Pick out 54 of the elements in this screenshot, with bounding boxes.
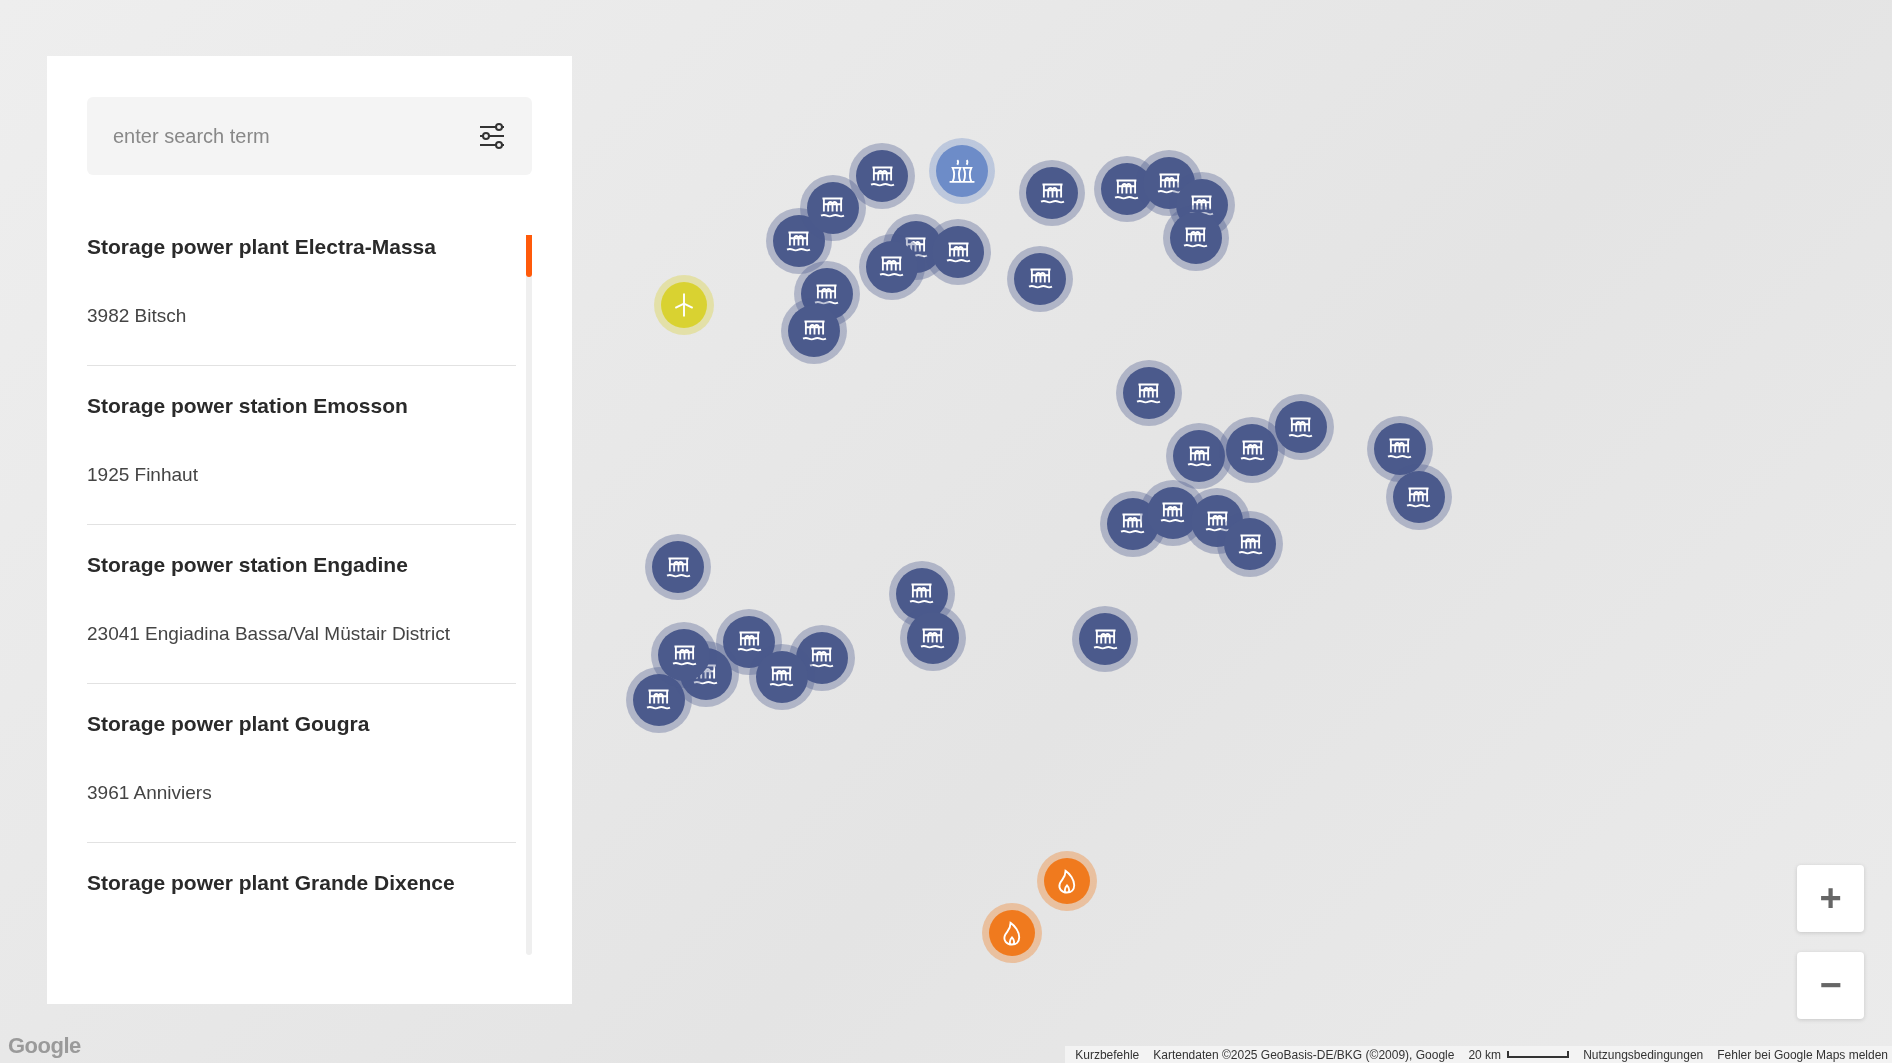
- dam-icon: [1204, 510, 1230, 532]
- result-title[interactable]: Storage power station Emosson: [87, 394, 516, 418]
- search-field[interactable]: enter search term: [87, 97, 532, 175]
- dam-icon: [820, 197, 846, 219]
- dam-icon: [1114, 178, 1140, 200]
- dam-icon: [945, 241, 971, 263]
- dam-icon: [801, 320, 827, 342]
- dam-icon: [1387, 438, 1413, 460]
- dam-icon: [1239, 439, 1265, 461]
- dam-icon: [1156, 172, 1182, 194]
- dam-icon: [646, 689, 672, 711]
- result-address: 23041 Engiadina Bassa/Val Müstair District: [87, 623, 451, 645]
- dam-icon: [736, 631, 762, 653]
- result-title[interactable]: Storage power plant Gougra: [87, 712, 516, 736]
- dam-icon: [769, 666, 795, 688]
- dam-icon: [1183, 227, 1209, 249]
- result-title[interactable]: Storage power plant Grande Dixence: [87, 871, 516, 895]
- dam-icon: [1136, 382, 1162, 404]
- result-address: 1925 Finhaut: [87, 464, 199, 486]
- scrollbar-thumb[interactable]: [526, 235, 532, 277]
- filter-sliders-icon[interactable]: [478, 122, 506, 150]
- scrollbar-track[interactable]: [526, 235, 532, 955]
- dam-icon: [1039, 182, 1065, 204]
- result-title[interactable]: Storage power plant Electra-Massa: [87, 235, 516, 259]
- dam-icon: [665, 556, 691, 578]
- dam-icon: [1092, 629, 1118, 650]
- dam-icon: [1406, 486, 1432, 508]
- dam-icon: [814, 283, 839, 305]
- dam-icon: [1189, 194, 1215, 216]
- dam-icon: [920, 627, 946, 649]
- scale-indicator: 20 km: [1468, 1047, 1570, 1062]
- dam-icon: [1237, 533, 1263, 555]
- zoom-in-button[interactable]: +: [1797, 865, 1864, 932]
- map-logo: Google: [8, 1033, 81, 1059]
- map-data-text: Kartendaten ©2025 GeoBasis-DE/BKG (©2009), Google: [1153, 1047, 1455, 1062]
- dam-icon: [869, 165, 895, 187]
- dam-icon: [1120, 513, 1146, 535]
- terms-link[interactable]: Nutzungsbedingungen: [1583, 1047, 1704, 1062]
- dam-icon: [671, 644, 697, 666]
- zoom-out-button[interactable]: −: [1797, 952, 1864, 1019]
- dam-icon: [1160, 502, 1186, 524]
- result-address: 3982 Bitsch: [87, 305, 188, 327]
- dam-icon: [1027, 268, 1053, 290]
- dam-icon: [809, 647, 835, 669]
- dam-icon: [1186, 445, 1212, 467]
- dam-icon: [879, 256, 905, 278]
- dam-icon: [786, 230, 812, 252]
- result-title[interactable]: Storage power station Engadine: [87, 553, 516, 577]
- shortcuts-link[interactable]: Kurzbefehle: [1075, 1047, 1140, 1062]
- result-address: 3961 Anniviers: [87, 782, 213, 804]
- report-link[interactable]: Fehler bei Google Maps melden: [1717, 1047, 1888, 1062]
- dam-icon: [1288, 416, 1314, 438]
- cooling-tower-icon: [947, 157, 976, 186]
- dam-icon: [909, 583, 935, 605]
